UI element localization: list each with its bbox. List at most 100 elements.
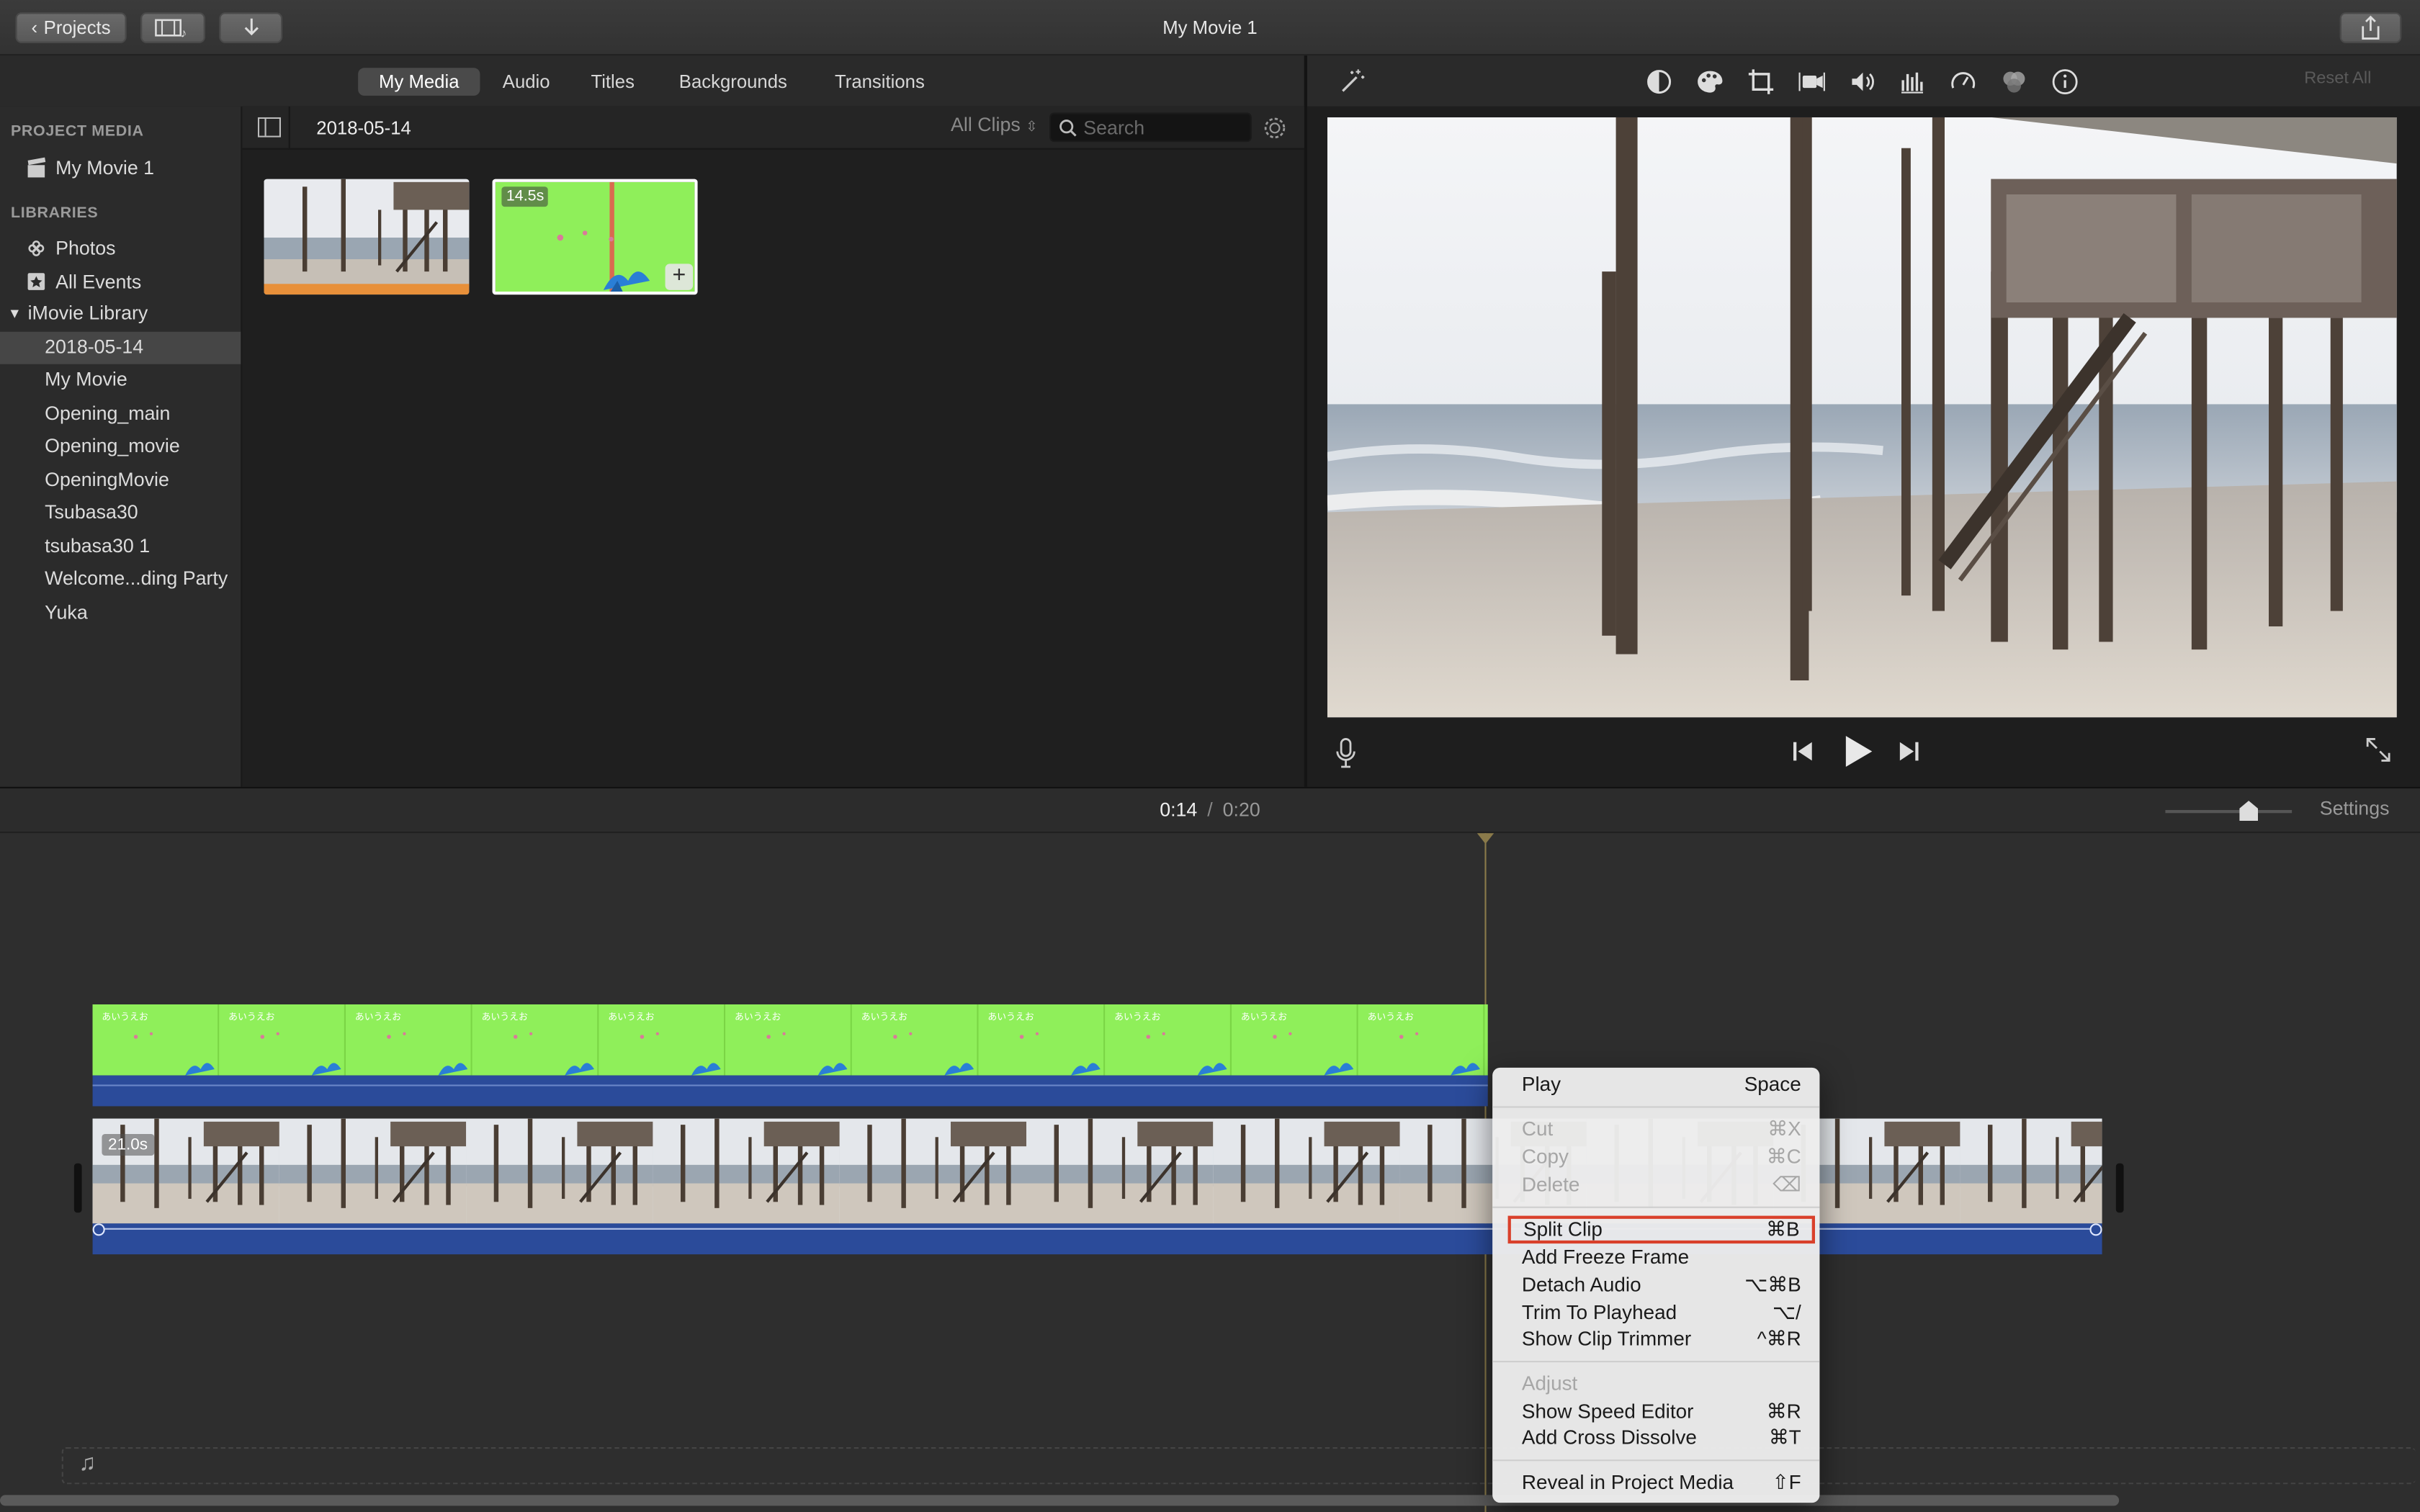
menu-separator xyxy=(1492,1106,1820,1108)
search-field[interactable]: Search xyxy=(1049,112,1252,143)
photos-icon xyxy=(26,233,46,266)
tab-titles[interactable]: Titles xyxy=(577,68,648,96)
playhead-marker-icon[interactable] xyxy=(1476,833,1494,845)
reset-all-button[interactable]: Reset All xyxy=(2304,69,2371,88)
timeline-settings-button[interactable]: Settings xyxy=(2320,798,2390,819)
overlay-frame: あいうえお xyxy=(599,1004,726,1076)
zoom-slider-track[interactable] xyxy=(2165,810,2293,814)
menu-item-shortcut: ⇧F xyxy=(1772,1470,1801,1494)
libraries-header: LIBRARIES xyxy=(11,205,99,222)
sidebar-toggle-icon[interactable] xyxy=(257,117,281,138)
voiceover-microphone-icon[interactable] xyxy=(1335,737,1357,768)
sidebar-item-event[interactable]: Welcome...ding Party xyxy=(0,563,241,595)
clapper-icon xyxy=(26,153,46,185)
fullscreen-icon[interactable] xyxy=(2365,736,2393,764)
skip-back-icon[interactable] xyxy=(1791,739,1815,763)
sidebar-item-event[interactable]: Tsubasa30 xyxy=(0,497,241,529)
media-import-toggle-button[interactable]: ♪ xyxy=(140,12,205,43)
add-to-project-plus-icon[interactable]: + xyxy=(665,263,694,290)
video-preview[interactable] xyxy=(1327,117,2397,718)
menu-item-split-clip[interactable]: Split Clip ⌘B xyxy=(1507,1215,1815,1244)
play-button-icon[interactable] xyxy=(1843,734,1874,768)
skip-forward-icon[interactable] xyxy=(1897,739,1922,763)
menu-item-shortcut: ⌘B xyxy=(1766,1217,1800,1241)
sidebar-item-photos[interactable]: Photos xyxy=(0,233,241,266)
menu-item-detach-audio[interactable]: Detach Audio ⌥⌘B xyxy=(1492,1272,1819,1300)
menu-item-cut[interactable]: Cut ⌘X xyxy=(1492,1115,1819,1143)
timeline-start-handle[interactable] xyxy=(73,1163,82,1213)
menu-item-add-freeze-frame[interactable]: Add Freeze Frame xyxy=(1492,1243,1819,1272)
sidebar-item-event[interactable]: OpeningMovie xyxy=(0,464,241,497)
tab-my-media[interactable]: My Media xyxy=(358,68,480,96)
browser-clip-green[interactable]: 14.5s + xyxy=(492,179,698,295)
tab-audio[interactable]: Audio xyxy=(490,68,562,96)
menu-item-label: Add Cross Dissolve xyxy=(1521,1425,1697,1449)
menu-item-shortcut: ⌫ xyxy=(1773,1172,1801,1196)
menu-item-label: Play xyxy=(1521,1072,1561,1096)
projects-button[interactable]: ‹ Projects xyxy=(15,12,127,43)
background-music-well[interactable]: ♫ xyxy=(61,1446,2416,1485)
filter-icon[interactable] xyxy=(1999,66,2030,97)
timeline-end-handle[interactable] xyxy=(2115,1163,2124,1213)
browser-settings-gear-icon[interactable] xyxy=(1261,114,1289,143)
menu-item-label: Reveal in Project Media xyxy=(1521,1470,1734,1494)
magic-wand-icon[interactable] xyxy=(1337,66,1368,97)
disclosure-triangle-icon[interactable]: ▼ xyxy=(8,298,22,330)
crop-icon[interactable] xyxy=(1746,66,1777,97)
menu-item-label: Cut xyxy=(1521,1117,1554,1140)
menu-item-label: Delete xyxy=(1521,1172,1580,1196)
sidebar-item-label: OpeningMovie xyxy=(45,469,169,491)
sidebar-item-event[interactable]: 2018-05-14 xyxy=(0,331,241,364)
menu-item-delete[interactable]: Delete ⌫ xyxy=(1492,1171,1819,1199)
tab-backgrounds[interactable]: Backgrounds xyxy=(667,68,799,96)
menu-item-reveal-in-project-media[interactable]: Reveal in Project Media ⇧F xyxy=(1492,1469,1819,1497)
menu-item-trim-to-playhead[interactable]: Trim To Playhead ⌥/ xyxy=(1492,1299,1819,1327)
tab-transitions[interactable]: Transitions xyxy=(820,68,940,96)
viewer-panel xyxy=(1307,106,2420,787)
volume-icon[interactable] xyxy=(1847,66,1878,97)
sidebar-item-library[interactable]: ▼ iMovie Library xyxy=(0,298,241,330)
fade-in-handle[interactable] xyxy=(92,1223,105,1236)
menu-item-show-clip-trimmer[interactable]: Show Clip Trimmer ^⌘R xyxy=(1492,1326,1819,1354)
sidebar-item-event[interactable]: Opening_main xyxy=(0,398,241,431)
import-button[interactable] xyxy=(219,12,283,43)
sidebar-item-label: Welcome...ding Party xyxy=(45,567,228,590)
sidebar-item-event[interactable]: tsubasa30 1 xyxy=(0,531,241,563)
overlay-audio-waveform[interactable] xyxy=(92,1075,1488,1107)
menu-item-label: Show Speed Editor xyxy=(1521,1399,1694,1423)
overlay-frame: あいうえお xyxy=(1232,1004,1358,1076)
sidebar-item-label: Opening_movie xyxy=(45,435,180,457)
sidebar-item-event[interactable]: My Movie xyxy=(0,364,241,397)
search-icon xyxy=(1059,119,1077,138)
menu-item-play[interactable]: Play Space xyxy=(1492,1071,1819,1099)
sidebar-item-all-events[interactable]: All Events xyxy=(0,267,241,300)
menu-item-copy[interactable]: Copy ⌘C xyxy=(1492,1143,1819,1171)
volume-line[interactable] xyxy=(92,1084,1488,1086)
overlay-clip-green[interactable]: あいうえお あいうえお あいうえお あいうえお あいうえお あいうえお あいうえ… xyxy=(92,1004,1488,1076)
clip-duration-badge: 14.5s xyxy=(501,186,549,207)
color-balance-icon[interactable] xyxy=(1644,66,1675,97)
clip-filter-select[interactable]: All Clips ⇳ xyxy=(951,114,1037,136)
menu-item-show-speed-editor[interactable]: Show Speed Editor ⌘R xyxy=(1492,1398,1819,1426)
sidebar-item-project[interactable]: My Movie 1 xyxy=(0,153,241,185)
sidebar-item-event[interactable]: Yuka xyxy=(0,597,241,629)
stabilization-icon[interactable] xyxy=(1796,66,1827,97)
noise-reduction-icon[interactable] xyxy=(1897,66,1928,97)
sidebar-item-event[interactable]: Opening_movie xyxy=(0,431,241,463)
overlay-frame: あいうえお xyxy=(472,1004,599,1076)
share-button[interactable] xyxy=(2339,12,2402,43)
event-title: 2018-05-14 xyxy=(316,117,411,139)
overlay-frame: あいうえお xyxy=(978,1004,1106,1076)
menu-separator xyxy=(1492,1459,1820,1462)
speed-icon[interactable] xyxy=(1948,66,1978,97)
sidebar-item-label: My Movie xyxy=(45,369,127,391)
sidebar-item-label: Opening_main xyxy=(45,402,171,425)
toolbar-divider xyxy=(288,106,290,150)
overlay-frame: あいうえお xyxy=(851,1004,979,1076)
color-correction-icon[interactable] xyxy=(1695,66,1726,97)
menu-item-add-cross-dissolve[interactable]: Add Cross Dissolve ⌘T xyxy=(1492,1424,1819,1452)
browser-clip-beach[interactable] xyxy=(264,179,470,295)
zoom-slider-thumb[interactable] xyxy=(2239,801,2258,821)
fade-out-handle[interactable] xyxy=(2089,1223,2102,1236)
info-icon[interactable] xyxy=(2050,66,2081,97)
